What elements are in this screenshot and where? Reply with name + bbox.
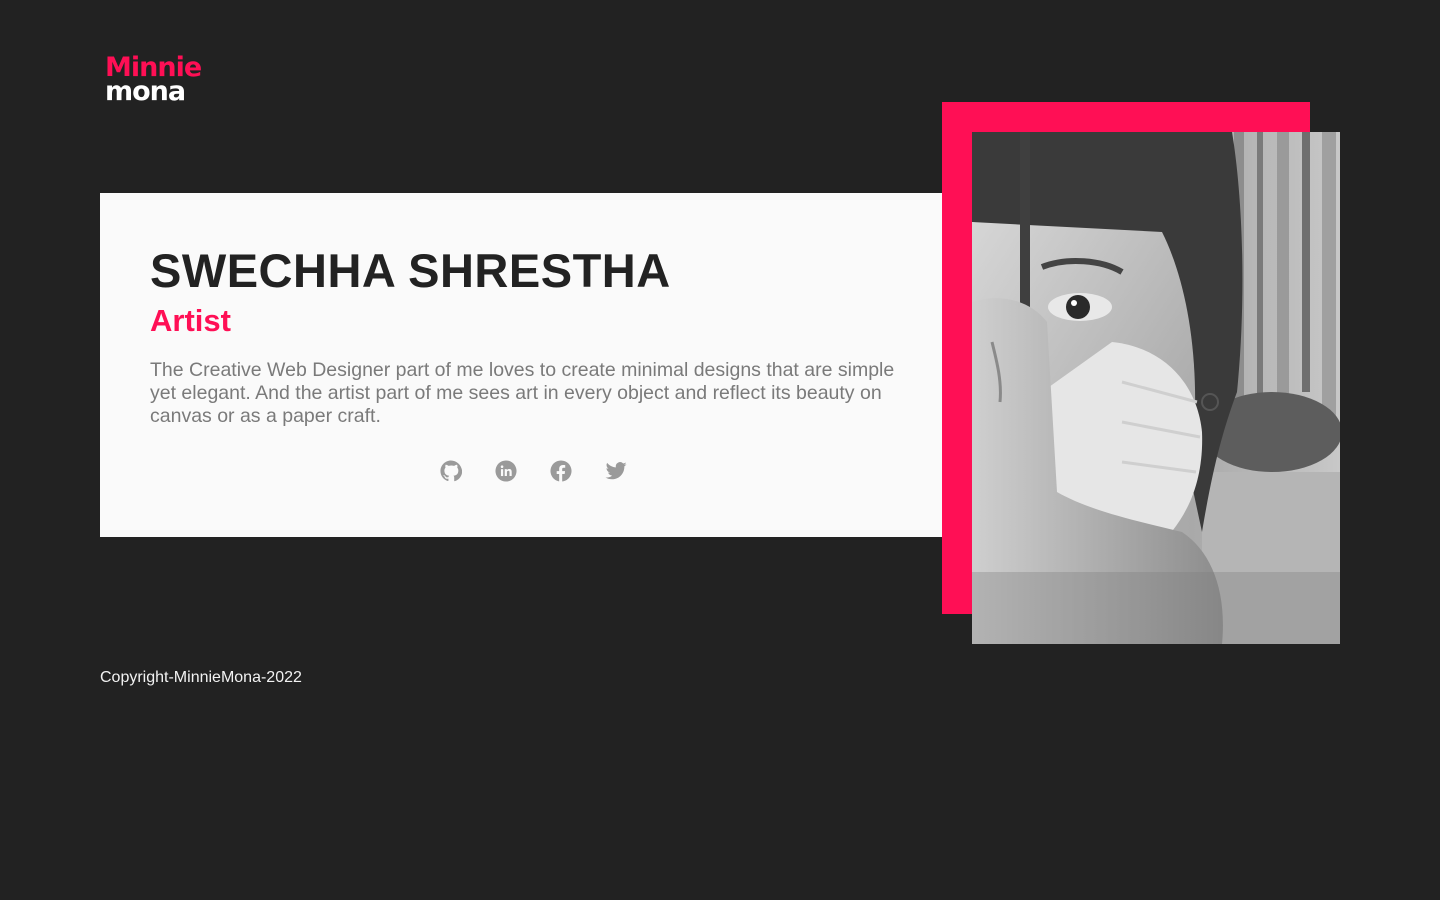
profile-photo (972, 132, 1340, 644)
footer-copyright: Copyright-MinnieMona-2022 (100, 669, 302, 686)
twitter-icon[interactable] (605, 460, 627, 482)
logo-wordmark: Minnie mona (105, 52, 202, 104)
social-links (440, 459, 627, 483)
profile-card: SWECHHA SHRESTHA Artist The Creative Web… (100, 193, 942, 537)
brand-logo[interactable]: Minnie mona (105, 52, 215, 104)
profile-role: Artist (150, 303, 231, 338)
facebook-icon[interactable] (550, 460, 572, 482)
github-icon[interactable] (440, 460, 462, 482)
linkedin-icon[interactable] (495, 460, 517, 482)
profile-name: SWECHHA SHRESTHA (150, 244, 671, 297)
profile-bio: The Creative Web Designer part of me lov… (150, 359, 895, 427)
logo-line2: mona (105, 76, 185, 104)
